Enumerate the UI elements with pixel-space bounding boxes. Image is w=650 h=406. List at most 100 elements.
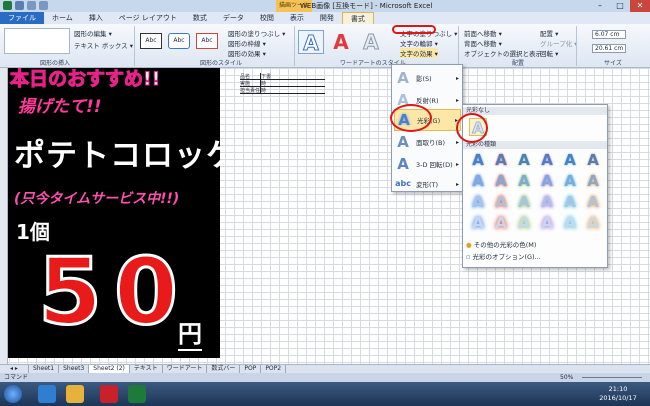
glow-variation-option[interactable]: A [492,172,510,190]
glow-variation-option[interactable]: A [515,172,533,190]
glow-variation-option[interactable]: A [469,172,487,190]
sheet-tab[interactable]: テキスト [130,365,163,373]
sheet-tab[interactable]: ワードアート [163,365,208,373]
arrange-group-label: 配置 [512,60,525,67]
wordart-style-thumb[interactable]: A [328,30,354,54]
glow-variation-option[interactable]: A [584,151,602,169]
selection-pane-button[interactable]: オブジェクトの選択と表示 [464,48,542,58]
tab-format[interactable]: 書式 [341,12,374,24]
glow-highlight-circle [390,104,432,132]
explorer-icon[interactable] [66,385,84,403]
glow-variation-option[interactable]: A [561,193,579,211]
glow-variation-option[interactable]: A [492,151,510,169]
shape-fill-button[interactable]: 図形の塗りつぶし ▾ [228,28,285,38]
sheet-tab[interactable]: Sheet1 [29,365,60,373]
glow-variation-option[interactable]: A [492,193,510,211]
redo-icon[interactable] [39,1,48,10]
sheet-tab[interactable]: Sheet3 [59,365,90,373]
glow-variation-option[interactable]: A [469,151,487,169]
zoom-level[interactable]: 50% [560,373,573,382]
tab-data[interactable]: データ [215,12,252,24]
glow-variation-option[interactable]: A [538,151,556,169]
send-backward-button[interactable]: 背面へ移動 ▾ [464,38,502,48]
start-button-icon[interactable] [4,385,22,403]
size-group-label: サイズ [604,60,622,67]
glow-variation-option[interactable]: A [469,214,487,232]
tab-page-layout[interactable]: ページ レイアウト [111,12,185,24]
glow-variation-option[interactable]: A [492,214,510,232]
glow-variation-option[interactable]: A [561,151,579,169]
shape-effects-button[interactable]: 図形の効果 ▾ [228,48,266,58]
tab-file[interactable]: ファイル [0,12,44,24]
text-outline-button[interactable]: 文字の輪郭 ▾ [400,38,438,48]
menu-item-transform[interactable]: abc 変形(T) ▸ [394,173,461,195]
minimize-icon[interactable]: – [590,0,610,12]
menu-item-shadow[interactable]: A 影(S) ▸ [394,67,461,89]
sheet-tab[interactable]: 数式バー [207,365,241,373]
bring-forward-button[interactable]: 前面へ移動 ▾ [464,28,502,38]
shape-gallery[interactable] [4,28,70,54]
poster-shape[interactable]: 本日のおすすめ!! 揚げたて!! ポテトコロッケ (只今タイムサービス中!!) … [8,68,220,358]
glow-variation-option[interactable]: A [584,214,602,232]
window-controls: – □ ✕ [590,0,650,12]
glow-variation-option[interactable]: A [538,214,556,232]
shape-height-field[interactable]: 6.07 cm [592,30,626,39]
sheet-tab[interactable]: POP [240,365,262,373]
glow-variation-option[interactable]: A [515,214,533,232]
no-glow-header: 光彩なし [463,107,607,115]
text-effects-button[interactable]: 文字の効果 ▾ [400,48,438,58]
rotate-button[interactable]: 回転 ▾ [540,48,558,58]
menu-item-3d-rotation[interactable]: A 3-D 回転(D) ▸ [394,153,461,175]
glow-variation-option[interactable]: A [469,193,487,211]
more-glow-colors-item[interactable]: ● その他の光彩の色(M) [466,239,536,249]
tab-developer[interactable]: 開発 [312,12,342,24]
shape-width-field[interactable]: 20.61 cm [592,44,626,53]
app-icon[interactable] [100,385,118,403]
sheet-tab-active[interactable]: Sheet2 (2) [89,365,130,373]
shape-outline-button[interactable]: 図形の枠線 ▾ [228,38,266,48]
ie-icon[interactable] [38,385,56,403]
tab-formulas[interactable]: 数式 [185,12,215,24]
tab-view[interactable]: 表示 [282,12,312,24]
glow-variation-option[interactable]: A [538,172,556,190]
glow-variation-option[interactable]: A [515,193,533,211]
shape-style-thumb[interactable]: Abc [168,33,190,49]
shape-style-thumb[interactable]: Abc [196,33,218,49]
menu-item-bevel[interactable]: A 面取り(B) ▸ [394,131,461,153]
shape-style-thumb[interactable]: Abc [140,33,162,49]
wordart-style-thumb[interactable]: A [298,30,324,56]
info-table: 品名 下書 実施時 担当責任時 [240,73,325,94]
glow-variation-option[interactable]: A [515,151,533,169]
poster-freshly-fried: 揚げたて!! [18,97,102,117]
maximize-icon[interactable]: □ [610,0,630,12]
sheet-nav-arrows[interactable]: ◂ ▸ [0,365,29,373]
ribbon-tabs: ファイル ホーム 挿入 ページ レイアウト 数式 データ 校閲 表示 開発 書式 [0,12,650,24]
undo-icon[interactable] [27,1,36,10]
group-button[interactable]: グループ化 ▾ [540,38,577,48]
glow-variation-option[interactable]: A [561,214,579,232]
glow-variation-option[interactable]: A [538,193,556,211]
edit-shape-button[interactable]: 図形の編集 ▾ [74,28,112,38]
table-row: 担当責任時 [240,87,325,94]
palette-icon: ● [466,241,472,249]
save-icon[interactable] [15,1,24,10]
glow-variation-option[interactable]: A [561,172,579,190]
tab-insert[interactable]: 挿入 [81,12,111,24]
table-row: 実施時 [240,80,325,87]
align-button[interactable]: 配置 ▾ [540,28,558,38]
textbox-button[interactable]: テキスト ボックス ▾ [74,40,133,50]
sheet-tab[interactable]: POP2 [261,365,287,373]
tab-review[interactable]: 校閲 [252,12,282,24]
glow-options-item[interactable]: ▫ 光彩のオプション(G)... [466,251,541,261]
excel-taskbar-icon[interactable] [128,385,146,403]
divider [294,26,295,66]
tab-home[interactable]: ホーム [44,12,81,24]
options-icon: ▫ [466,253,471,261]
glow-variation-option[interactable]: A [584,193,602,211]
quick-access-toolbar [3,1,48,11]
wordart-style-thumb[interactable]: A [358,30,384,55]
zoom-slider[interactable] [582,377,642,378]
system-clock[interactable]: 21:10 2016/10/17 [590,385,646,403]
glow-variation-option[interactable]: A [584,172,602,190]
close-icon[interactable]: ✕ [630,0,650,12]
